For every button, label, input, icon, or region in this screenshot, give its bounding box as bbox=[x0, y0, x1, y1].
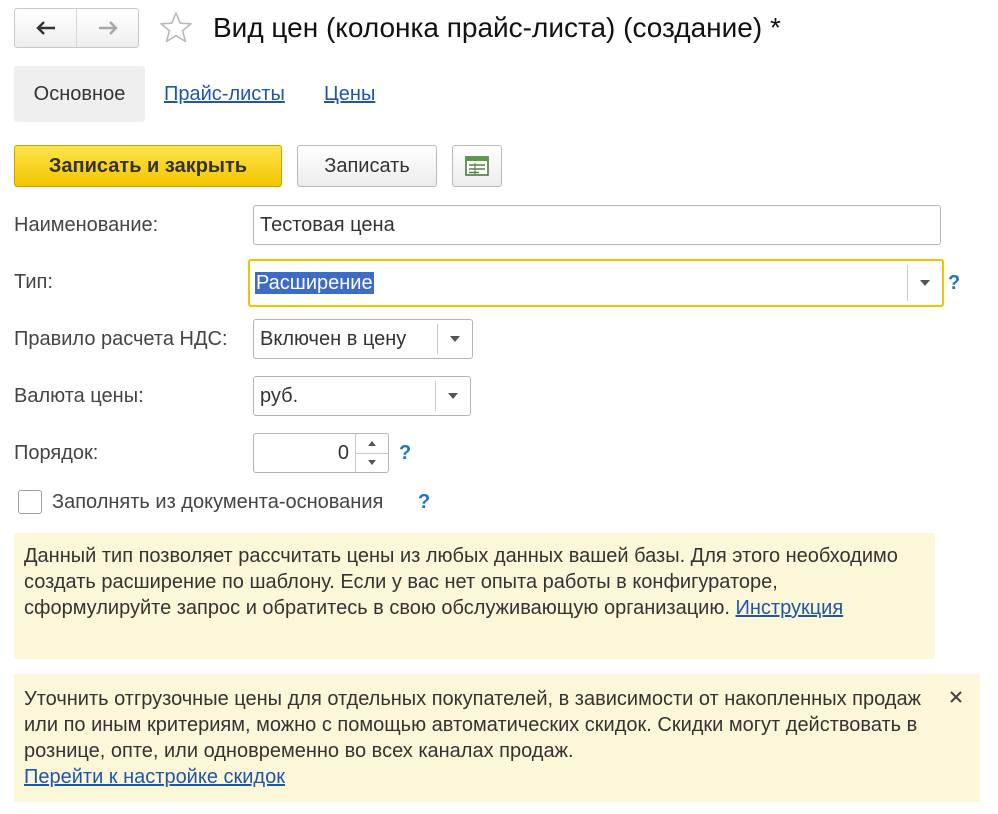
close-icon bbox=[950, 691, 962, 703]
type-value-wrap: Расширение bbox=[255, 261, 907, 305]
currency-select[interactable]: руб. bbox=[253, 376, 471, 416]
type-select[interactable]: Расширение bbox=[248, 259, 944, 307]
order-help-icon[interactable]: ? bbox=[399, 438, 411, 468]
order-decrement-button[interactable] bbox=[356, 452, 388, 473]
order-increment-button[interactable] bbox=[356, 434, 388, 453]
type-dropdown-button[interactable] bbox=[907, 265, 942, 301]
favorite-button[interactable] bbox=[158, 10, 194, 46]
vat-select[interactable]: Включен в цену bbox=[253, 319, 473, 359]
chevron-down-icon bbox=[368, 460, 376, 466]
order-stepper[interactable]: 0 bbox=[253, 433, 389, 473]
name-label: Наименование: bbox=[14, 214, 159, 236]
order-label: Порядок: bbox=[14, 442, 99, 464]
extension-info-panel: Данный тип позволяет рассчитать цены из … bbox=[14, 533, 935, 659]
instruction-link[interactable]: Инструкция bbox=[735, 597, 843, 619]
type-help-icon[interactable]: ? bbox=[948, 268, 960, 298]
forward-button[interactable] bbox=[76, 9, 138, 47]
fill-from-base-label[interactable]: Заполнять из документа-основания bbox=[52, 487, 383, 517]
chevron-down-icon bbox=[920, 280, 930, 286]
arrow-left-icon bbox=[35, 21, 55, 35]
vat-label: Правило расчета НДС: bbox=[14, 328, 228, 350]
currency-label: Валюта цены: bbox=[14, 385, 144, 407]
name-field[interactable]: Тестовая цена bbox=[253, 205, 941, 245]
fill-from-base-checkbox[interactable] bbox=[18, 490, 42, 514]
currency-value: руб. bbox=[260, 385, 299, 407]
discount-info-panel: Уточнить отгрузочные цены для отдельных … bbox=[14, 674, 980, 802]
arrow-right-icon bbox=[98, 21, 118, 35]
report-button[interactable] bbox=[452, 145, 502, 187]
discount-info-text: Уточнить отгрузочные цены для отдельных … bbox=[24, 688, 921, 762]
star-outline-icon bbox=[160, 12, 192, 43]
back-button[interactable] bbox=[15, 9, 76, 47]
vat-value: Включен в цену bbox=[260, 328, 407, 350]
discount-panel-close-button[interactable] bbox=[945, 686, 967, 708]
tab-main[interactable]: Основное bbox=[14, 66, 145, 122]
type-label: Тип: bbox=[14, 271, 53, 293]
name-value: Тестовая цена bbox=[260, 214, 395, 236]
type-value: Расширение bbox=[255, 272, 374, 294]
chevron-up-icon bbox=[368, 440, 376, 446]
order-value: 0 bbox=[337, 442, 349, 464]
page-title: Вид цен (колонка прайс-листа) (создание)… bbox=[213, 12, 781, 43]
tab-prices[interactable]: Цены bbox=[324, 66, 375, 122]
discount-settings-link[interactable]: Перейти к настройке скидок bbox=[24, 766, 285, 788]
chevron-down-icon bbox=[450, 336, 460, 342]
fill-from-base-help-icon[interactable]: ? bbox=[418, 487, 430, 517]
order-stepper-arrows bbox=[355, 434, 388, 472]
save-button[interactable]: Записать bbox=[297, 145, 437, 187]
currency-dropdown-button[interactable] bbox=[435, 381, 470, 411]
history-nav bbox=[14, 8, 139, 48]
report-table-icon bbox=[465, 156, 489, 176]
tab-price-lists[interactable]: Прайс-листы bbox=[164, 66, 285, 122]
chevron-down-icon bbox=[448, 393, 458, 399]
vat-dropdown-button[interactable] bbox=[437, 324, 472, 354]
save-and-close-button[interactable]: Записать и закрыть bbox=[14, 145, 282, 187]
